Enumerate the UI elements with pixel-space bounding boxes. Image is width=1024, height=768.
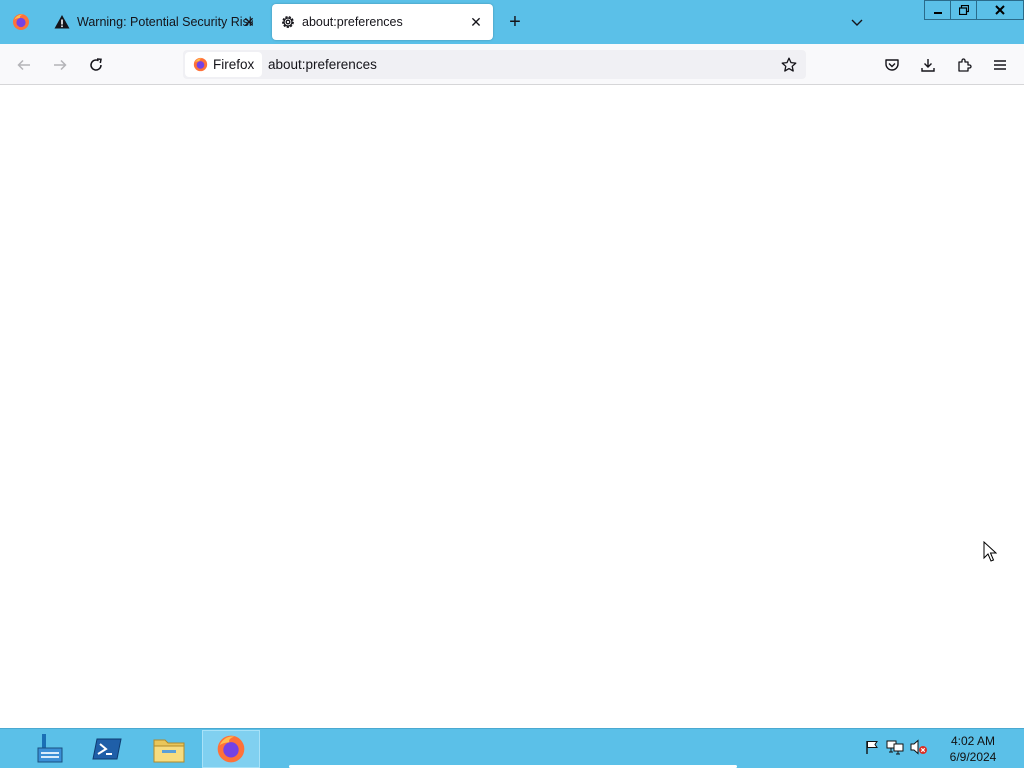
- identity-label: Firefox: [213, 57, 255, 72]
- mouse-cursor-icon: [983, 541, 997, 562]
- restore-icon: [958, 5, 969, 15]
- minimize-icon: [933, 12, 942, 14]
- file-explorer-icon: [153, 739, 185, 763]
- downloads-button[interactable]: [915, 52, 941, 78]
- taskbar-firefox[interactable]: [202, 730, 260, 768]
- restore-button[interactable]: [950, 0, 977, 20]
- reload-icon: [90, 58, 102, 71]
- pocket-button[interactable]: [879, 52, 905, 78]
- close-icon: [995, 5, 1005, 15]
- back-arrow-icon: [17, 59, 30, 71]
- forward-arrow-icon: [54, 59, 67, 71]
- tab-preferences[interactable]: about:preferences ✕: [272, 4, 493, 40]
- gear-icon: [282, 16, 294, 28]
- new-tab-button[interactable]: +: [504, 10, 526, 34]
- taskbar-powershell[interactable]: [78, 730, 136, 768]
- clock-date: 6/9/2024: [949, 750, 997, 764]
- action-center-flag-icon[interactable]: [864, 739, 880, 755]
- plus-icon: +: [509, 10, 521, 33]
- volume-muted-icon[interactable]: [910, 739, 928, 755]
- back-button[interactable]: [11, 52, 37, 78]
- forward-button[interactable]: [47, 52, 73, 78]
- firefox-view-button[interactable]: [0, 0, 42, 44]
- taskbar-file-explorer[interactable]: [140, 730, 198, 768]
- hamburger-menu-icon: [994, 60, 1006, 70]
- clock-time: 4:02 AM: [950, 734, 996, 748]
- reload-button[interactable]: [83, 52, 109, 78]
- url-text[interactable]: about:preferences: [268, 57, 377, 72]
- firefox-logo-icon: [193, 57, 208, 72]
- star-icon: [781, 57, 797, 72]
- tab-security-warning[interactable]: Warning: Potential Security Risk Ahead ✕: [44, 4, 266, 40]
- taskbar: 4:02 AM 6/9/2024: [0, 728, 1024, 768]
- network-icon[interactable]: [886, 739, 904, 755]
- tab-title: Warning: Potential Security Risk Ahead: [77, 15, 253, 29]
- list-all-tabs-button[interactable]: [846, 11, 868, 33]
- extensions-button[interactable]: [951, 52, 977, 78]
- tab-title: about:preferences: [302, 15, 403, 29]
- firefox-icon: [217, 735, 245, 763]
- tab-strip: Warning: Potential Security Risk Ahead ✕…: [0, 0, 1024, 44]
- clock[interactable]: 4:02 AM 6/9/2024: [930, 733, 1016, 765]
- download-icon: [921, 59, 935, 72]
- close-tab-icon[interactable]: ✕: [467, 13, 485, 31]
- firefox-logo-icon: [13, 14, 29, 30]
- desktop: Warning: Potential Security Risk Ahead ✕…: [0, 0, 1024, 768]
- minimize-button[interactable]: [924, 0, 951, 20]
- server-manager-icon: [37, 734, 63, 763]
- page-content[interactable]: [0, 85, 1024, 728]
- identity-box[interactable]: Firefox: [185, 52, 263, 77]
- navigation-toolbar: Firefox about:preferences: [0, 44, 1024, 85]
- puzzle-icon: [958, 58, 972, 72]
- app-menu-button[interactable]: [987, 52, 1013, 78]
- bookmark-star-button[interactable]: [778, 54, 800, 76]
- close-tab-icon[interactable]: ✕: [240, 13, 258, 31]
- close-window-button[interactable]: [976, 0, 1024, 20]
- address-bar[interactable]: Firefox about:preferences: [183, 50, 806, 79]
- system-tray: [864, 739, 928, 755]
- powershell-icon: [92, 738, 122, 760]
- chevron-down-icon: [851, 19, 863, 26]
- window-controls: [924, 0, 1024, 20]
- warning-icon: [54, 15, 70, 29]
- pocket-icon: [885, 59, 899, 71]
- taskbar-server-manager[interactable]: [18, 730, 76, 768]
